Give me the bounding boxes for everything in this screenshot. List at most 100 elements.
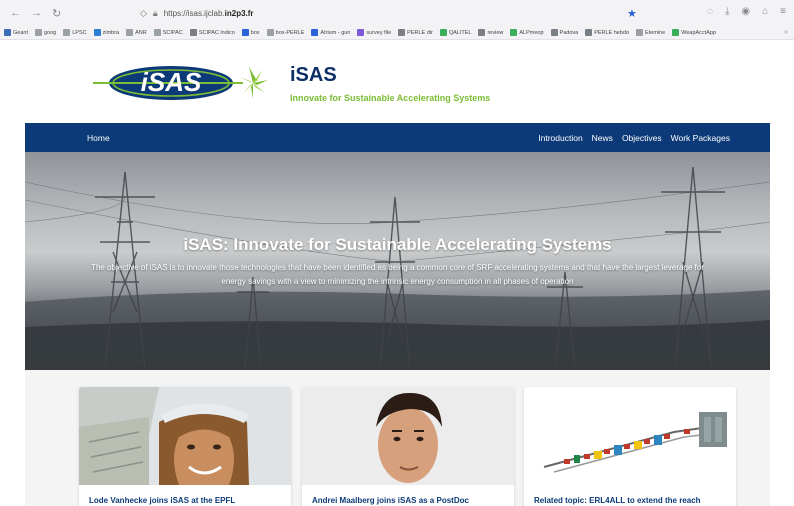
nav-home[interactable]: Home bbox=[87, 133, 110, 143]
bookmark-favicon-icon bbox=[189, 29, 197, 36]
bookmarks-overflow-icon[interactable]: » bbox=[784, 29, 788, 36]
news-card[interactable]: Lode Vanhecke joins iSAS at the EPFL bbox=[79, 387, 291, 506]
bookmark-item[interactable]: SCIPAC indico bbox=[189, 29, 235, 36]
browser-tools: ◌ ⤓ ◉ ⌂ ≡ bbox=[707, 6, 786, 17]
site-header: iSAS iSAS Innovate for Sustainable Accel… bbox=[0, 41, 794, 123]
bookmark-label: SCIPAC indico bbox=[198, 29, 235, 36]
bookmark-item[interactable]: ANR bbox=[126, 29, 147, 36]
bookmark-favicon-icon bbox=[266, 29, 274, 36]
bookmark-label: goog bbox=[43, 29, 57, 36]
bookmark-favicon-icon bbox=[93, 29, 101, 36]
isas-logo[interactable]: iSAS bbox=[93, 61, 269, 105]
bookmark-label: survey file bbox=[366, 29, 392, 36]
bookmark-favicon-icon bbox=[153, 29, 161, 36]
back-arrow-icon[interactable]: ← bbox=[10, 7, 21, 20]
bookmark-label: Atrium - gun bbox=[320, 29, 351, 36]
forward-arrow-icon[interactable]: → bbox=[31, 7, 42, 20]
bookmark-label: Etemine bbox=[645, 29, 666, 36]
site-title: iSAS bbox=[290, 64, 337, 86]
nav-work-packages[interactable]: Work Packages bbox=[671, 133, 730, 143]
bookmark-label: WeapAcctApp bbox=[681, 29, 716, 36]
bookmark-label: QALITEL bbox=[448, 29, 472, 36]
bookmark-item[interactable]: QALITEL bbox=[439, 29, 472, 36]
card-title[interactable]: Lode Vanhecke joins iSAS at the EPFL bbox=[89, 496, 235, 505]
hero-title: iSAS: Innovate for Sustainable Accelerat… bbox=[183, 235, 612, 254]
bookmark-item[interactable]: LPSC bbox=[63, 29, 87, 36]
bookmark-item[interactable]: review bbox=[478, 29, 503, 36]
bookmark-label: Geant bbox=[13, 29, 28, 36]
bookmark-favicon-icon bbox=[636, 29, 644, 36]
bookmark-item[interactable]: ALPmeop bbox=[510, 29, 544, 36]
bookmark-favicon-icon bbox=[34, 29, 42, 36]
nav-news[interactable]: News bbox=[592, 133, 613, 143]
nav-menu: Introduction News Objectives Work Packag… bbox=[538, 133, 730, 143]
browser-nav: ← → ↻ bbox=[0, 7, 130, 20]
bookmark-favicon-icon bbox=[510, 29, 518, 36]
bookmark-label: PERLE hebdo bbox=[594, 29, 630, 36]
site-tagline: Innovate for Sustainable Accelerating Sy… bbox=[290, 93, 491, 103]
bookmark-label: PERLE dir bbox=[407, 29, 433, 36]
lock-icon: 🔒︎ bbox=[152, 7, 158, 18]
bookmark-favicon-icon bbox=[63, 29, 71, 36]
bookmark-label: ANR bbox=[135, 29, 147, 36]
bookmark-item[interactable]: PERLE dir bbox=[398, 29, 433, 36]
extensions-icon[interactable]: ⌂ bbox=[762, 6, 768, 17]
download-icon[interactable]: ⤓ bbox=[725, 6, 729, 17]
bookmark-item[interactable]: goog bbox=[34, 29, 57, 36]
card-photo-lode bbox=[79, 387, 291, 485]
bookmark-favicon-icon bbox=[478, 29, 486, 36]
bookmark-label: SCIPAC bbox=[162, 29, 183, 36]
bookmark-favicon-icon bbox=[357, 29, 365, 36]
bookmark-favicon-icon bbox=[4, 29, 11, 36]
bookmark-label: LPSC bbox=[72, 29, 87, 36]
bookmark-item[interactable]: SCIPAC bbox=[153, 29, 183, 36]
bookmark-favicon-icon bbox=[439, 29, 447, 36]
news-card[interactable]: Andrei Maalberg joins iSAS as a PostDoc bbox=[302, 387, 514, 506]
bookmark-favicon-icon bbox=[672, 29, 680, 36]
news-card[interactable]: Related topic: ERL4ALL to extend the rea… bbox=[524, 387, 736, 506]
address-bar[interactable]: ◇ 🔒︎ https://isas.ijclab.in2p3.fr bbox=[140, 4, 640, 22]
bookmark-item[interactable]: WeapAcctApp bbox=[672, 29, 716, 36]
news-cards-section: Lode Vanhecke joins iSAS at the EPFL And… bbox=[25, 370, 770, 506]
bookmark-label: ALPmeop bbox=[519, 29, 544, 36]
bookmark-item[interactable]: PERLE hebdo bbox=[585, 29, 629, 36]
menu-icon[interactable]: ≡ bbox=[780, 6, 786, 17]
bookmark-item[interactable]: zimbra bbox=[93, 29, 120, 36]
logo-wordmark: iSAS bbox=[141, 67, 202, 97]
bookmark-item[interactable]: Etemine bbox=[636, 29, 665, 36]
bookmark-favicon-icon bbox=[126, 29, 134, 36]
bookmark-item[interactable]: Atrium - gun bbox=[311, 29, 350, 36]
bookmark-label: review bbox=[487, 29, 504, 36]
bookmark-item[interactable]: Padova bbox=[550, 29, 579, 36]
bookmark-label: zimbra bbox=[102, 29, 120, 36]
hero-description: The objective of iSAS is to innovate tho… bbox=[91, 263, 704, 286]
bookmark-star-icon[interactable]: ★ bbox=[627, 7, 637, 20]
shield-icon: ◇ bbox=[140, 7, 147, 18]
reload-icon[interactable]: ↻ bbox=[52, 7, 61, 20]
bookmark-item[interactable]: box bbox=[241, 29, 260, 36]
bookmark-label: box-PERLE bbox=[275, 29, 305, 36]
card-image-accelerator bbox=[524, 387, 736, 485]
bookmark-item[interactable]: Geant bbox=[4, 29, 28, 36]
bookmark-item[interactable]: survey file bbox=[357, 29, 391, 36]
main-navbar: Home Introduction News Objectives Work P… bbox=[25, 123, 770, 152]
pocket-icon[interactable]: ◌ bbox=[707, 6, 713, 17]
card-photo-andrei bbox=[302, 387, 514, 485]
card-title[interactable]: Related topic: ERL4ALL to extend the rea… bbox=[534, 496, 701, 505]
bookmark-favicon-icon bbox=[585, 29, 593, 36]
leaf-burst-icon bbox=[239, 67, 268, 99]
browser-toolbar: ← → ↻ ◇ 🔒︎ https://isas.ijclab.in2p3.fr … bbox=[0, 0, 794, 26]
bookmark-item[interactable]: box-PERLE bbox=[266, 29, 305, 36]
bookmark-favicon-icon bbox=[550, 29, 558, 36]
bookmark-favicon-icon bbox=[398, 29, 406, 36]
bookmark-label: box bbox=[250, 29, 260, 36]
card-title[interactable]: Andrei Maalberg joins iSAS as a PostDoc bbox=[312, 496, 469, 505]
bookmark-label: Padova bbox=[559, 29, 579, 36]
nav-objectives[interactable]: Objectives bbox=[622, 133, 662, 143]
url-text: https://isas.ijclab.in2p3.fr bbox=[163, 8, 254, 18]
hero-banner: iSAS: Innovate for Sustainable Accelerat… bbox=[25, 152, 770, 370]
nav-introduction[interactable]: Introduction bbox=[538, 133, 582, 143]
bookmarks-bar: Geant goog LPSC zimbra ANR SCIPAC SCIPAC indic… bbox=[0, 26, 794, 40]
account-icon[interactable]: ◉ bbox=[741, 6, 750, 17]
bookmark-favicon-icon bbox=[241, 29, 249, 36]
